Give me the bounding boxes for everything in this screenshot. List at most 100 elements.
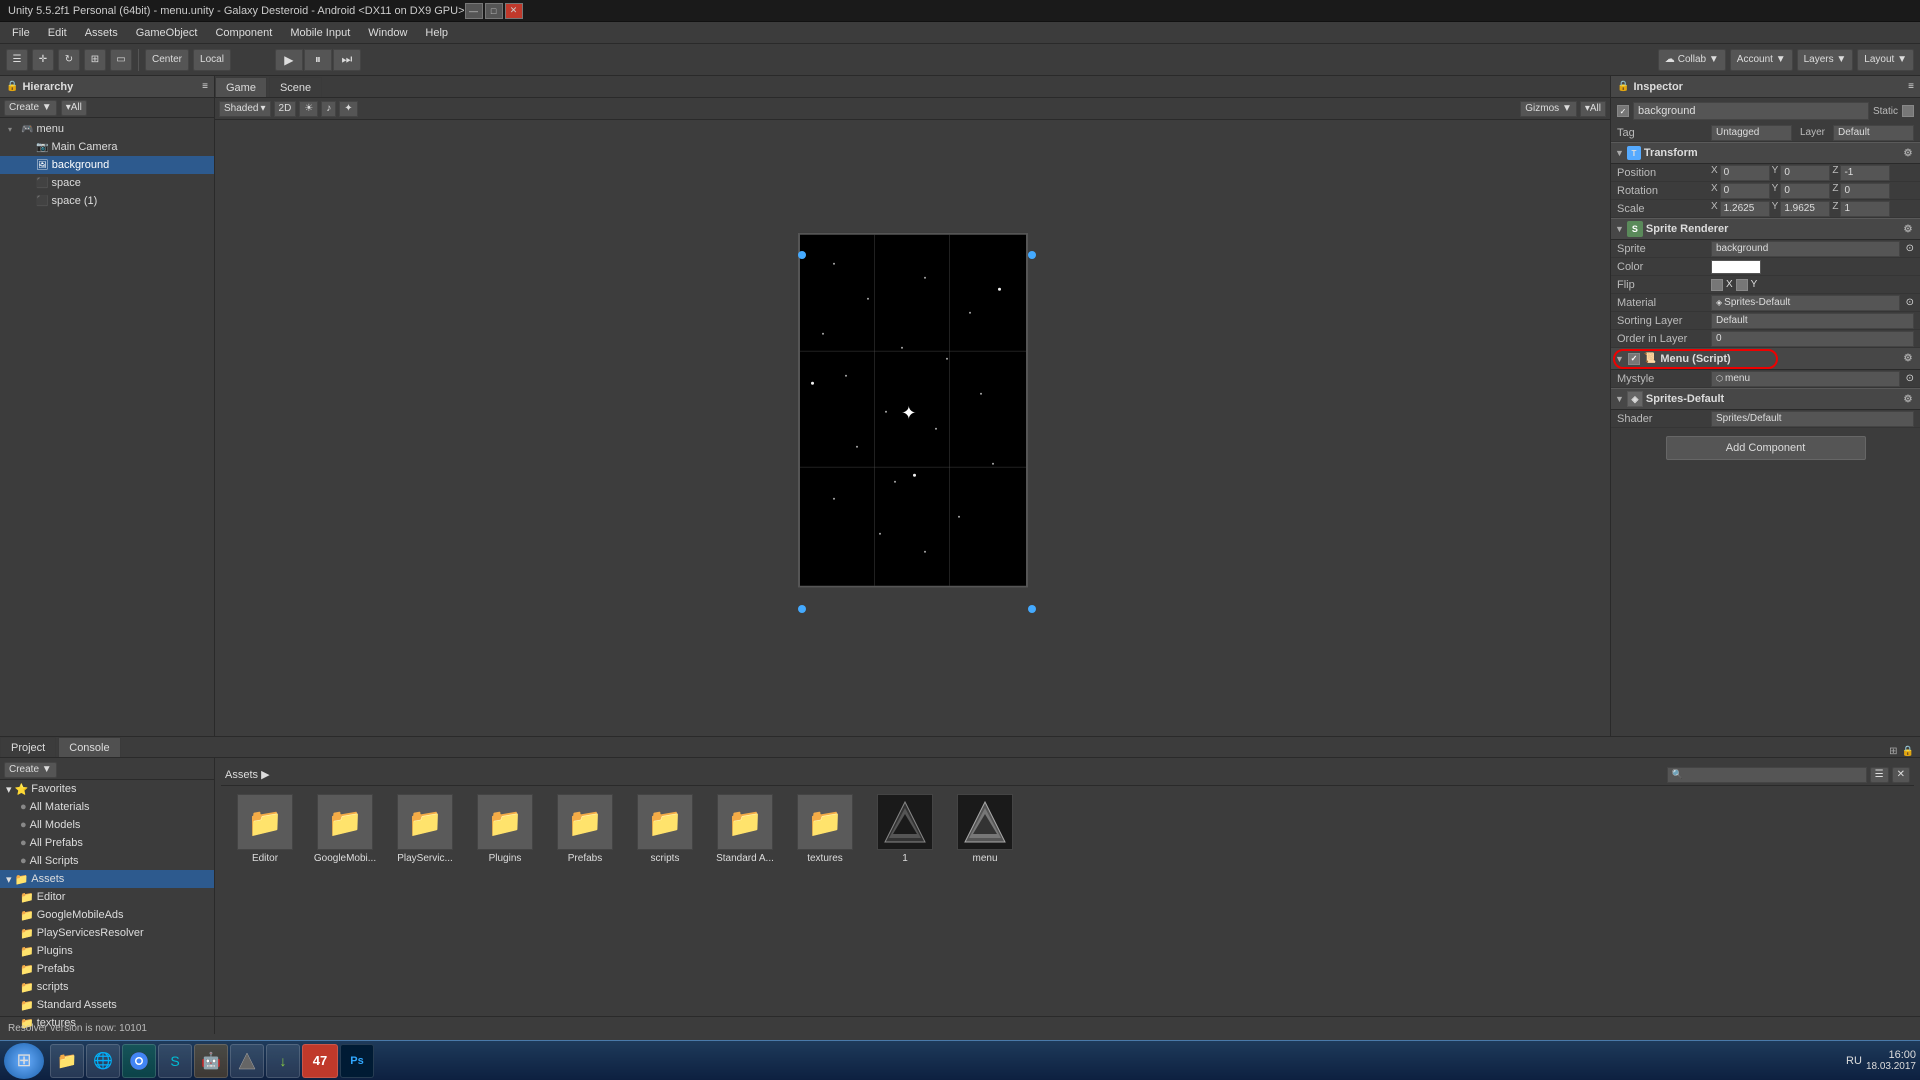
active-checkbox[interactable]: ✓ <box>1617 105 1629 117</box>
sd-collapse[interactable]: ▼ <box>1615 394 1624 404</box>
sprite-value[interactable]: background <box>1711 241 1900 257</box>
asset-menu[interactable]: menu <box>949 794 1021 864</box>
taskbar-badge47[interactable]: 47 <box>302 1044 338 1078</box>
hierarchy-item-maincamera[interactable]: 📷 Main Camera <box>0 138 214 156</box>
menu-file[interactable]: File <box>4 25 38 41</box>
taskbar-uget[interactable]: ↓ <box>266 1044 300 1078</box>
tab-game[interactable]: Game <box>215 77 267 97</box>
ms-cog[interactable]: ⚙ <box>1900 351 1916 367</box>
2d-btn[interactable]: 2D <box>274 101 297 117</box>
bottom-lock[interactable]: 🔒 <box>1902 746 1914 757</box>
handle-br[interactable] <box>1028 605 1036 613</box>
color-swatch[interactable] <box>1711 260 1761 274</box>
project-scripts[interactable]: 📁 scripts <box>0 978 214 996</box>
tool-rotate[interactable]: ↻ <box>58 49 80 71</box>
taskbar-ps[interactable]: Ps <box>340 1044 374 1078</box>
taskbar-explorer[interactable]: 📁 <box>50 1044 84 1078</box>
lighting-btn[interactable]: ☀ <box>299 101 318 117</box>
flip-y-check[interactable] <box>1736 279 1748 291</box>
tool-move[interactable]: ✛ <box>32 49 54 71</box>
close-btn[interactable]: ✕ <box>505 3 523 19</box>
center-toggle[interactable]: Center <box>145 49 189 71</box>
menu-window[interactable]: Window <box>360 25 415 41</box>
hierarchy-item-space[interactable]: ⬛ space <box>0 174 214 192</box>
project-editor[interactable]: 📁 Editor <box>0 888 214 906</box>
search-clear-btn[interactable]: ✕ <box>1892 767 1910 783</box>
mystyle-picker[interactable]: ⊙ <box>1906 373 1914 384</box>
assets-breadcrumb[interactable]: Assets ▶ <box>225 768 270 781</box>
flip-x-check[interactable] <box>1711 279 1723 291</box>
handle-tr[interactable] <box>1028 251 1036 259</box>
layer-value[interactable]: Default <box>1833 125 1914 141</box>
pause-btn[interactable]: ⏸ <box>304 49 332 71</box>
bottom-maximize[interactable]: ⊞ <box>1889 746 1897 757</box>
tab-console[interactable]: Console <box>58 737 120 757</box>
project-favorites-header[interactable]: ▾ ⭐ Favorites <box>0 780 214 798</box>
hierarchy-item-background[interactable]: 🖼 background <box>0 156 214 174</box>
project-create-btn[interactable]: Create ▼ <box>4 762 57 778</box>
menu-edit[interactable]: Edit <box>40 25 75 41</box>
start-button[interactable]: ⊞ <box>4 1043 44 1079</box>
asset-plugins[interactable]: 📁 Plugins <box>469 794 541 864</box>
asset-googlemobileads[interactable]: 📁 GoogleMobi... <box>309 794 381 864</box>
project-all-prefabs[interactable]: ● All Prefabs <box>0 834 214 852</box>
sprite-picker-icon[interactable]: ⊙ <box>1906 243 1914 254</box>
project-playservices[interactable]: 📁 PlayServicesResolver <box>0 924 214 942</box>
menu-assets[interactable]: Assets <box>77 25 126 41</box>
object-name[interactable]: background <box>1633 102 1869 120</box>
maximize-btn[interactable]: □ <box>485 3 503 19</box>
transform-cog[interactable]: ⚙ <box>1900 145 1916 161</box>
step-btn[interactable]: ⏭ <box>333 49 361 71</box>
handle-tl[interactable] <box>798 251 806 259</box>
local-toggle[interactable]: Local <box>193 49 231 71</box>
project-all-scripts[interactable]: ● All Scripts <box>0 852 214 870</box>
pos-x-value[interactable]: 0 <box>1720 165 1770 181</box>
menu-help[interactable]: Help <box>417 25 456 41</box>
asset-scripts[interactable]: 📁 scripts <box>629 794 701 864</box>
menu-component[interactable]: Component <box>207 25 280 41</box>
tool-hand[interactable]: ☰ <box>6 49 28 71</box>
static-checkbox[interactable] <box>1902 105 1914 117</box>
taskbar-skype[interactable]: S <box>158 1044 192 1078</box>
tab-project[interactable]: Project <box>0 737 56 757</box>
tool-scale[interactable]: ⊞ <box>84 49 106 71</box>
sr-collapse[interactable]: ▼ <box>1615 224 1624 234</box>
ms-enabled[interactable]: ✓ <box>1628 353 1640 365</box>
taskbar-android[interactable]: 🤖 <box>194 1044 228 1078</box>
tag-value[interactable]: Untagged <box>1711 125 1792 141</box>
project-all-models[interactable]: ● All Models <box>0 816 214 834</box>
asset-textures[interactable]: 📁 textures <box>789 794 861 864</box>
material-picker[interactable]: ⊙ <box>1906 297 1914 308</box>
layout-btn[interactable]: Layout ▼ <box>1857 49 1914 71</box>
sca-y-value[interactable]: 1.9625 <box>1780 201 1830 217</box>
sd-cog[interactable]: ⚙ <box>1900 391 1916 407</box>
account-btn[interactable]: Account ▼ <box>1730 49 1793 71</box>
sr-cog[interactable]: ⚙ <box>1900 221 1916 237</box>
sorting-layer-value[interactable]: Default <box>1711 313 1914 329</box>
minimize-btn[interactable]: — <box>465 3 483 19</box>
shading-dropdown[interactable]: Shaded ▾ <box>219 101 271 117</box>
effects-btn[interactable]: ✦ <box>339 101 357 117</box>
tool-rect[interactable]: ▭ <box>110 49 132 71</box>
project-googlemobileads[interactable]: 📁 GoogleMobileAds <box>0 906 214 924</box>
hierarchy-all-btn[interactable]: ▾All <box>61 100 87 116</box>
hierarchy-menu-icon[interactable]: ≡ <box>202 81 208 92</box>
menu-gameobject[interactable]: GameObject <box>128 25 206 41</box>
project-standard[interactable]: 📁 Standard Assets <box>0 996 214 1014</box>
tab-scene[interactable]: Scene <box>269 77 322 97</box>
scene-all-btn[interactable]: ▾All <box>1580 101 1606 117</box>
taskbar-unity[interactable] <box>230 1044 264 1078</box>
hierarchy-item-space1[interactable]: ⬛ space (1) <box>0 192 214 210</box>
asset-prefabs[interactable]: 📁 Prefabs <box>549 794 621 864</box>
hierarchy-create-btn[interactable]: Create ▼ <box>4 100 57 116</box>
project-assets-header[interactable]: ▾ 📁 Assets <box>0 870 214 888</box>
search-filter-btn[interactable]: ☰ <box>1870 767 1889 783</box>
project-all-materials[interactable]: ● All Materials <box>0 798 214 816</box>
transform-collapse[interactable]: ▼ <box>1615 148 1624 158</box>
handle-bl[interactable] <box>798 605 806 613</box>
rot-x-value[interactable]: 0 <box>1720 183 1770 199</box>
inspector-menu-icon[interactable]: ≡ <box>1908 81 1914 92</box>
asset-standard[interactable]: 📁 Standard A... <box>709 794 781 864</box>
asset-1[interactable]: 1 <box>869 794 941 864</box>
sca-z-value[interactable]: 1 <box>1840 201 1890 217</box>
